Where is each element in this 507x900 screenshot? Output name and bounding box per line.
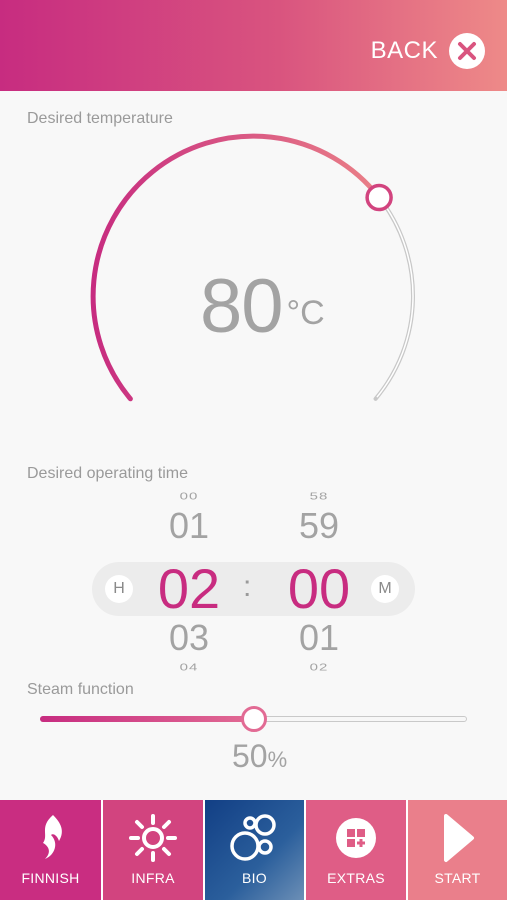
steam-unit: %: [267, 747, 288, 772]
tab-finnish[interactable]: FINNISH: [0, 800, 101, 900]
steam-label: Steam function: [27, 681, 134, 698]
hours-picker-below[interactable]: 03 04: [134, 617, 244, 676]
temperature-readout: 80 °C: [200, 262, 325, 352]
bubbles-icon: [228, 810, 282, 866]
hours-option: 04: [179, 661, 199, 674]
temperature-label: Desired temperature: [27, 110, 173, 127]
operating-time-label: Desired operating time: [27, 465, 188, 482]
grid-plus-icon: [333, 810, 379, 866]
steam-value: 50: [232, 738, 268, 774]
tab-infra[interactable]: INFRA: [101, 800, 203, 900]
flame-icon: [31, 810, 71, 866]
minutes-picker-below[interactable]: 01 02: [264, 617, 374, 676]
hours-option: 03: [168, 617, 210, 658]
close-icon: [449, 33, 485, 69]
steam-slider-thumb[interactable]: [240, 706, 267, 732]
tab-label: START: [434, 870, 481, 886]
temperature-unit: °C: [286, 294, 325, 332]
back-button[interactable]: BACK: [371, 31, 485, 71]
mode-tab-bar: FINNISH INFRA BIO EXTRAS START: [0, 800, 507, 900]
dial-knob[interactable]: [365, 183, 393, 212]
minutes-picker-above[interactable]: 58 59: [264, 488, 374, 547]
time-separator: :: [243, 570, 252, 603]
steam-value-readout: 50%: [232, 738, 287, 775]
temperature-value: 80: [200, 264, 284, 349]
minutes-option: 01: [298, 617, 340, 658]
minutes-selected[interactable]: 00: [264, 557, 374, 621]
back-label: BACK: [370, 37, 438, 64]
minutes-option: 58: [309, 490, 329, 503]
tab-start[interactable]: START: [406, 800, 507, 900]
tab-label: INFRA: [131, 870, 175, 886]
hours-selected[interactable]: 02: [134, 557, 244, 621]
tab-label: FINNISH: [21, 870, 80, 886]
tab-label: EXTRAS: [327, 870, 385, 886]
minutes-tag: M: [371, 575, 399, 603]
minutes-option: 59: [298, 505, 340, 546]
minutes-option: 02: [309, 661, 329, 674]
header-bar: BACK: [0, 0, 507, 91]
tab-bio[interactable]: BIO: [203, 800, 304, 900]
dial-track: [373, 195, 415, 401]
tab-extras[interactable]: EXTRAS: [304, 800, 406, 900]
steam-slider-fill: [40, 716, 254, 722]
hours-option: 01: [168, 505, 210, 546]
tab-label: BIO: [241, 870, 268, 886]
hours-option: 00: [179, 490, 199, 503]
hours-tag: H: [105, 575, 133, 603]
sun-icon: [128, 810, 178, 866]
play-icon: [440, 810, 476, 866]
hours-picker-above[interactable]: 00 01: [134, 488, 244, 547]
